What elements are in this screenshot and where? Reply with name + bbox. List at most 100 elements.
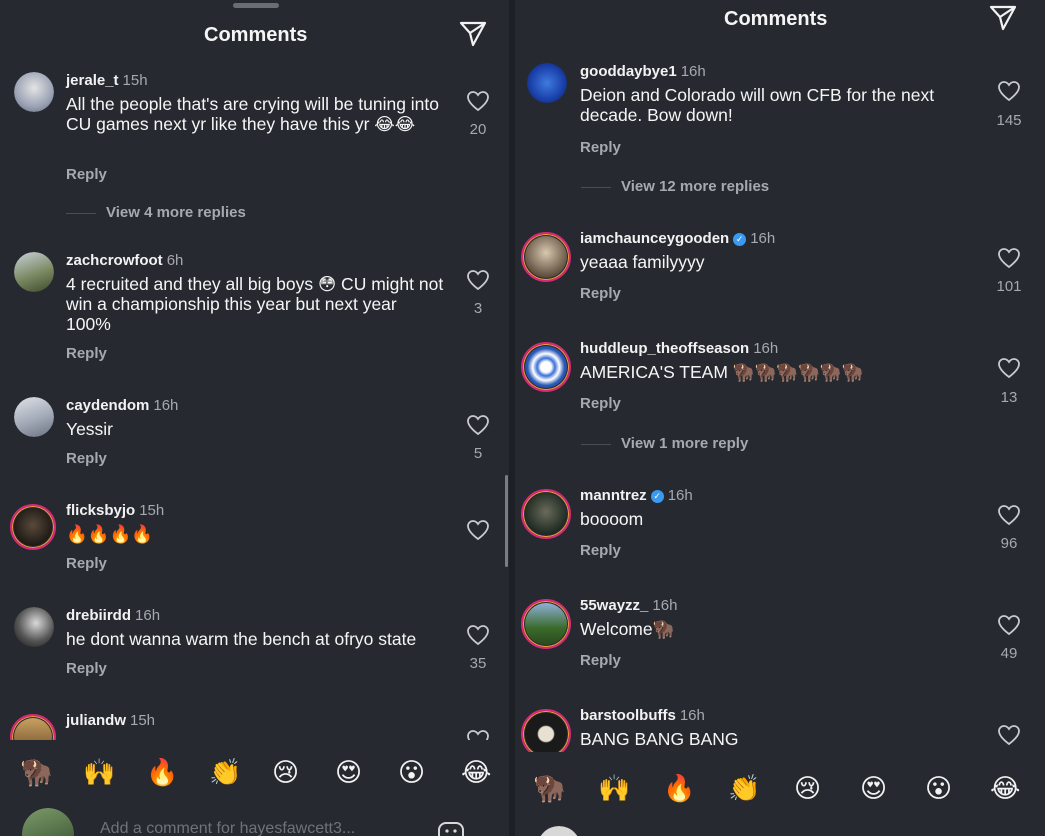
verified-badge-icon: ✓ <box>733 233 747 246</box>
heart-eyes-emoji-button[interactable]: 😍 <box>335 757 362 787</box>
avatar-story-ring[interactable] <box>521 232 571 282</box>
my-avatar <box>22 808 74 836</box>
comment-composer: Add a comment for hayesfawcett3... <box>0 800 509 836</box>
comments-title: Comments <box>724 8 828 30</box>
username[interactable]: gooddaybye1 <box>580 63 677 80</box>
avatar[interactable] <box>14 607 54 647</box>
avatar[interactable] <box>14 72 54 112</box>
like-count: 5 <box>473 445 483 462</box>
like-count: 13 <box>1000 389 1018 406</box>
reply-button[interactable]: Reply <box>66 345 107 362</box>
send-icon[interactable] <box>988 4 1018 32</box>
crying-emoji-button[interactable]: 😢 <box>272 757 299 787</box>
heart-icon[interactable] <box>466 624 490 646</box>
heart-icon[interactable] <box>997 614 1021 636</box>
comment-text: he dont wanna warm the bench at ofryo st… <box>66 629 417 649</box>
drag-handle[interactable] <box>233 3 279 8</box>
send-icon[interactable] <box>458 20 488 48</box>
timestamp: 6h <box>166 252 184 269</box>
bison-emoji-button[interactable]: 🦬 <box>533 773 565 803</box>
username[interactable]: zachcrowfoot <box>66 252 163 269</box>
comment-text: AMERICA'S TEAM 🦬🦬🦬🦬🦬🦬 <box>580 362 864 382</box>
avatar[interactable] <box>527 63 567 103</box>
timestamp: 16h <box>667 487 693 504</box>
like-count: 35 <box>469 655 487 672</box>
avatar-story-ring[interactable] <box>521 342 571 392</box>
view-more-replies[interactable]: View 1 more reply <box>621 435 748 452</box>
like-count: 145 <box>996 112 1022 129</box>
comment-text: boooom <box>580 509 644 529</box>
heart-icon[interactable] <box>466 519 490 541</box>
bison-emoji-button[interactable]: 🦬 <box>20 757 52 787</box>
timestamp: 15h <box>130 712 156 729</box>
fire-emoji-button[interactable]: 🔥 <box>663 773 695 803</box>
heart-icon[interactable] <box>997 504 1021 526</box>
username[interactable]: huddleup_theoffseason <box>580 340 749 357</box>
reply-button[interactable]: Reply <box>580 139 621 156</box>
username[interactable]: drebiirdd <box>66 607 131 624</box>
timestamp: 16h <box>135 607 161 624</box>
laughing-emoji-button[interactable]: 😂 <box>990 773 1020 803</box>
timestamp: 16h <box>679 707 705 724</box>
username[interactable]: manntrez <box>580 487 647 504</box>
comment-text: Welcome🦬 <box>580 619 675 639</box>
gif-sticker-icon[interactable] <box>437 820 465 836</box>
heart-icon[interactable] <box>997 357 1021 379</box>
comment-text: 🔥🔥🔥🔥 <box>66 524 154 544</box>
timestamp: 16h <box>750 230 776 247</box>
reply-button[interactable]: Reply <box>580 652 621 669</box>
timestamp: 15h <box>139 502 165 519</box>
heart-icon[interactable] <box>466 90 490 112</box>
reply-button[interactable]: Reply <box>580 395 621 412</box>
raising-hands-emoji-button[interactable]: 🙌 <box>598 773 630 803</box>
username[interactable]: jerale_t <box>66 72 119 89</box>
reply-button[interactable]: Reply <box>580 285 621 302</box>
avatar-story-ring[interactable] <box>10 504 56 550</box>
reply-button[interactable]: Reply <box>66 660 107 677</box>
heart-icon[interactable] <box>997 80 1021 102</box>
clapping-emoji-button[interactable]: 👏 <box>209 757 241 787</box>
verified-badge-icon: ✓ <box>650 490 664 503</box>
laughing-emoji-button[interactable]: 😂 <box>461 757 491 787</box>
view-more-replies[interactable]: View 4 more replies <box>106 204 246 221</box>
comment-text: yeaaa familyyyy <box>580 252 705 272</box>
heart-icon[interactable] <box>466 414 490 436</box>
quick-reaction-bar: 🦬 🙌 🔥 👏 😢 😍 😮 😂 <box>515 752 1045 812</box>
heart-icon[interactable] <box>997 724 1021 746</box>
heart-eyes-emoji-button[interactable]: 😍 <box>860 773 887 803</box>
fire-emoji-button[interactable]: 🔥 <box>146 757 178 787</box>
username[interactable]: caydendom <box>66 397 149 414</box>
reply-button[interactable]: Reply <box>66 450 107 467</box>
clapping-emoji-button[interactable]: 👏 <box>728 773 760 803</box>
comment-text: 4 recruited and they all big boys 😳 CU m… <box>66 274 444 334</box>
comment-text: All the people that's are crying will be… <box>66 94 440 134</box>
avatar-story-ring[interactable] <box>521 489 571 539</box>
scrollbar[interactable] <box>505 475 508 567</box>
timestamp: 16h <box>153 397 179 414</box>
reply-button[interactable]: Reply <box>66 555 107 572</box>
heart-icon[interactable] <box>466 269 490 291</box>
surprised-emoji-button[interactable]: 😮 <box>925 773 952 803</box>
raising-hands-emoji-button[interactable]: 🙌 <box>83 757 115 787</box>
comment-input[interactable]: Add a comment for hayesfawcett3... <box>100 820 355 836</box>
quick-reaction-bar: 🦬 🙌 🔥 👏 😢 😍 😮 😂 <box>0 740 509 800</box>
heart-icon[interactable] <box>997 247 1021 269</box>
surprised-emoji-button[interactable]: 😮 <box>398 757 425 787</box>
crying-emoji-button[interactable]: 😢 <box>794 773 821 803</box>
avatar-story-ring[interactable] <box>521 599 571 649</box>
timestamp: 16h <box>680 63 706 80</box>
reply-button[interactable]: Reply <box>580 542 621 559</box>
username[interactable]: 55wayzz_ <box>580 597 648 614</box>
avatar[interactable] <box>14 397 54 437</box>
username[interactable]: flicksbyjo <box>66 502 135 519</box>
like-count: 49 <box>1000 645 1018 662</box>
like-count: 3 <box>473 300 483 317</box>
avatar[interactable] <box>14 252 54 292</box>
username[interactable]: barstoolbuffs <box>580 707 676 724</box>
reply-button[interactable]: Reply <box>66 166 107 183</box>
my-avatar <box>537 826 581 836</box>
comments-title: Comments <box>204 24 308 46</box>
view-more-replies[interactable]: View 12 more replies <box>621 178 769 195</box>
username[interactable]: iamchaunceygooden <box>580 230 729 247</box>
username[interactable]: juliandw <box>66 712 126 729</box>
